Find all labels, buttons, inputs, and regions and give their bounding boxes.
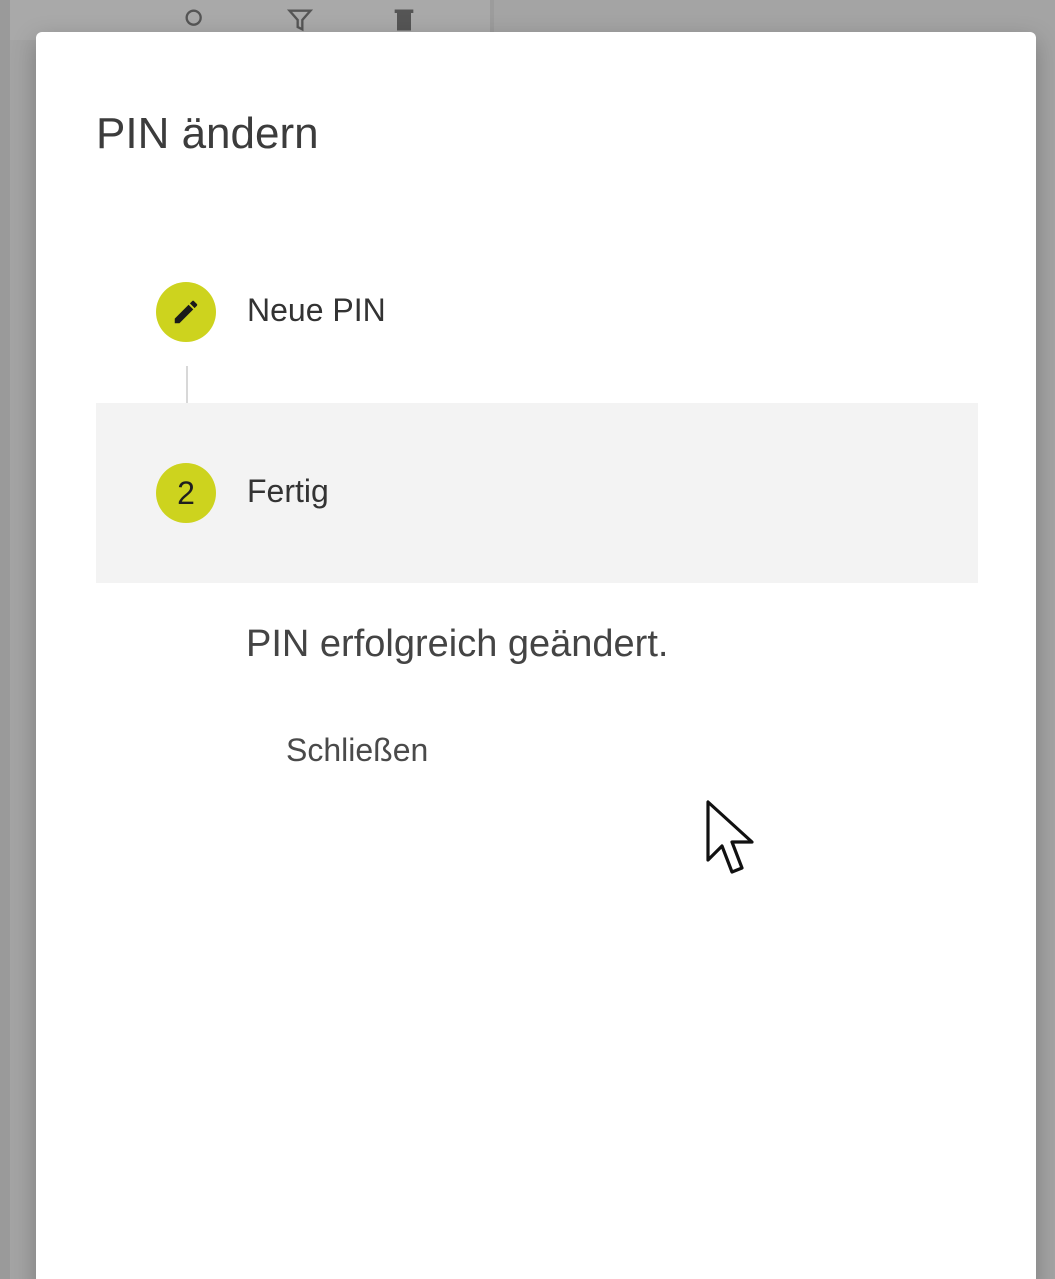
- step-2-label: Fertig: [247, 473, 329, 509]
- dialog-title: PIN ändern: [96, 109, 319, 158]
- step-done[interactable]: 2 Fertig: [96, 403, 978, 583]
- close-button[interactable]: Schließen: [268, 722, 446, 778]
- mouse-cursor-icon: [706, 800, 754, 874]
- step-new-pin[interactable]: Neue PIN: [96, 222, 978, 402]
- change-pin-dialog: PIN ändern Neue PIN 2 Fertig PIN erfolgr…: [36, 32, 1036, 1279]
- pencil-icon: [174, 300, 198, 324]
- trash-icon: [394, 9, 414, 31]
- step-2-number: 2: [156, 463, 216, 523]
- step-1-icon: [156, 282, 216, 342]
- filter-icon: [286, 9, 314, 32]
- search-icon: [185, 9, 202, 26]
- step-1-label: Neue PIN: [247, 292, 386, 328]
- success-message: PIN erfolgreich geändert.: [246, 623, 669, 665]
